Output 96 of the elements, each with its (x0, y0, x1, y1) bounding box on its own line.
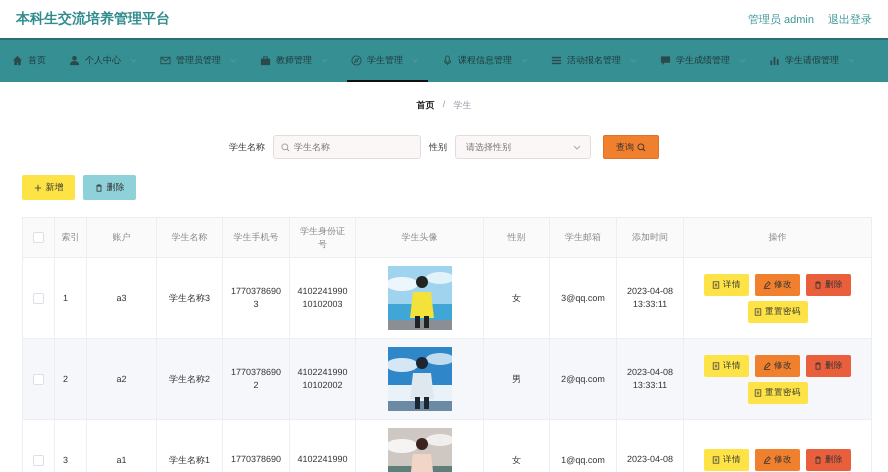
column-header: 添加时间 (631, 231, 669, 244)
pencil-icon (763, 280, 771, 288)
chevron-down-icon (573, 145, 581, 150)
row-checkbox[interactable] (33, 292, 44, 304)
briefcase-icon (260, 54, 271, 66)
table-cell: 1@qq.com (561, 455, 605, 465)
row-checkbox[interactable] (33, 454, 44, 466)
compass-icon (351, 54, 362, 66)
table-cell-text: 17703786902 (230, 366, 282, 392)
nav-item[interactable]: 管理员管理 (156, 40, 246, 82)
nav-item[interactable]: 学生成绩管理 (656, 40, 755, 82)
pencil-icon (763, 456, 771, 464)
table-cell-text: 17703786903 (230, 284, 282, 311)
edit-button[interactable]: 修改 (755, 354, 800, 376)
document-icon (712, 280, 720, 288)
user-icon (69, 54, 80, 66)
column-header: 账户 (112, 231, 132, 244)
table-cell-text: 4102241990 (296, 453, 348, 466)
gender-select[interactable]: 请选择性别 (455, 135, 591, 159)
table-cell-text: 2023-04-08 13:33:11 (626, 284, 674, 311)
detail-button[interactable]: 详情 (704, 274, 749, 296)
document-icon (712, 362, 720, 370)
column-header: 学生名称 (170, 231, 208, 244)
microphone-icon (442, 54, 453, 66)
document-icon (754, 308, 762, 316)
table-cell: 学生名称2 (168, 372, 210, 386)
table-cell-text: 410224199010102003 (296, 284, 348, 311)
table-cell: 2 (63, 374, 68, 384)
search-icon (281, 143, 290, 152)
plus-icon (34, 184, 42, 192)
row-checkbox[interactable] (33, 374, 44, 384)
nav-item[interactable]: 课程信息管理 (438, 40, 537, 82)
detail-button[interactable]: 详情 (704, 449, 749, 471)
add-button[interactable]: 新增 (22, 175, 75, 200)
table-cell-text: 1770378690 (230, 453, 282, 466)
delete-button[interactable]: 删除 (806, 449, 851, 471)
delete-button[interactable]: 删除 (806, 354, 851, 376)
delete-button[interactable]: 删除 (83, 175, 136, 200)
field-label: 学生名称 (229, 140, 265, 154)
column-header: 索引 (60, 231, 80, 244)
field-label: 性别 (429, 140, 447, 154)
column-header: 性别 (506, 231, 526, 244)
table-cell: 3@qq.com (561, 293, 605, 303)
query-button[interactable]: 查询 (603, 135, 659, 159)
chat-icon (660, 54, 671, 66)
breadcrumb-link[interactable]: 首页 (416, 99, 435, 111)
reset-button[interactable]: 重置密码 (748, 382, 808, 404)
nav-item[interactable]: 活动报名管理 (547, 40, 646, 82)
user-name: 管理员 admin (748, 12, 814, 26)
table-cell: a3 (116, 293, 126, 303)
edit-button[interactable]: 修改 (755, 274, 800, 296)
nav-item[interactable]: 首页 (8, 40, 55, 82)
mail-icon (160, 54, 171, 66)
table-cell-text: 2023-04-08 (626, 453, 674, 466)
document-icon (754, 388, 762, 396)
bar-chart-icon (769, 54, 780, 66)
nav-item[interactable]: 个人中心 (65, 40, 146, 82)
nav-item[interactable]: 学生管理 (347, 40, 428, 82)
breadcrumb-separator: / (442, 99, 446, 111)
table-cell: a2 (116, 374, 126, 384)
table-cell: 女 (512, 454, 521, 466)
table-cell: 男 (512, 372, 521, 386)
column-header: 学生身份证号 (299, 224, 346, 250)
column-header: 学生头像 (400, 231, 438, 244)
logout-link[interactable]: 退出登录 (828, 12, 872, 26)
delete-button[interactable]: 删除 (806, 274, 851, 296)
column-header: 学生手机号 (232, 231, 280, 244)
table-cell: a1 (116, 455, 126, 465)
pencil-icon (763, 362, 771, 370)
table-cell: 2@qq.com (561, 374, 605, 384)
trash-icon (814, 362, 822, 370)
search-field[interactable]: 学生名称 (273, 135, 421, 159)
table-cell: 学生名称3 (168, 292, 210, 304)
edit-button[interactable]: 修改 (755, 449, 800, 471)
search-icon (637, 142, 646, 152)
table-cell-text: 2023-04-08 13:33:11 (626, 366, 674, 392)
breadcrumb-current: 学生 (453, 99, 472, 111)
table-cell: 3 (63, 455, 68, 465)
table-cell: 1 (63, 293, 68, 303)
home-icon (12, 54, 23, 66)
column-header: 学生邮箱 (564, 231, 602, 244)
select-all-checkbox[interactable] (33, 232, 44, 243)
table-cell: 女 (512, 292, 521, 304)
reset-button[interactable]: 重置密码 (748, 300, 808, 322)
table-cell: 学生名称1 (168, 454, 210, 466)
nav-item[interactable]: 学生请假管理 (765, 40, 864, 82)
document-icon (712, 456, 720, 464)
trash-icon (94, 184, 102, 192)
table-cell-text: 410224199010102002 (296, 366, 348, 392)
column-header: 操作 (768, 231, 788, 244)
site-title: 本科生交流培养管理平台 (16, 10, 170, 28)
trash-icon (814, 280, 822, 288)
nav-item[interactable]: 教师管理 (256, 40, 337, 82)
list-icon (551, 54, 562, 66)
detail-button[interactable]: 详情 (704, 354, 749, 376)
trash-icon (814, 456, 822, 464)
